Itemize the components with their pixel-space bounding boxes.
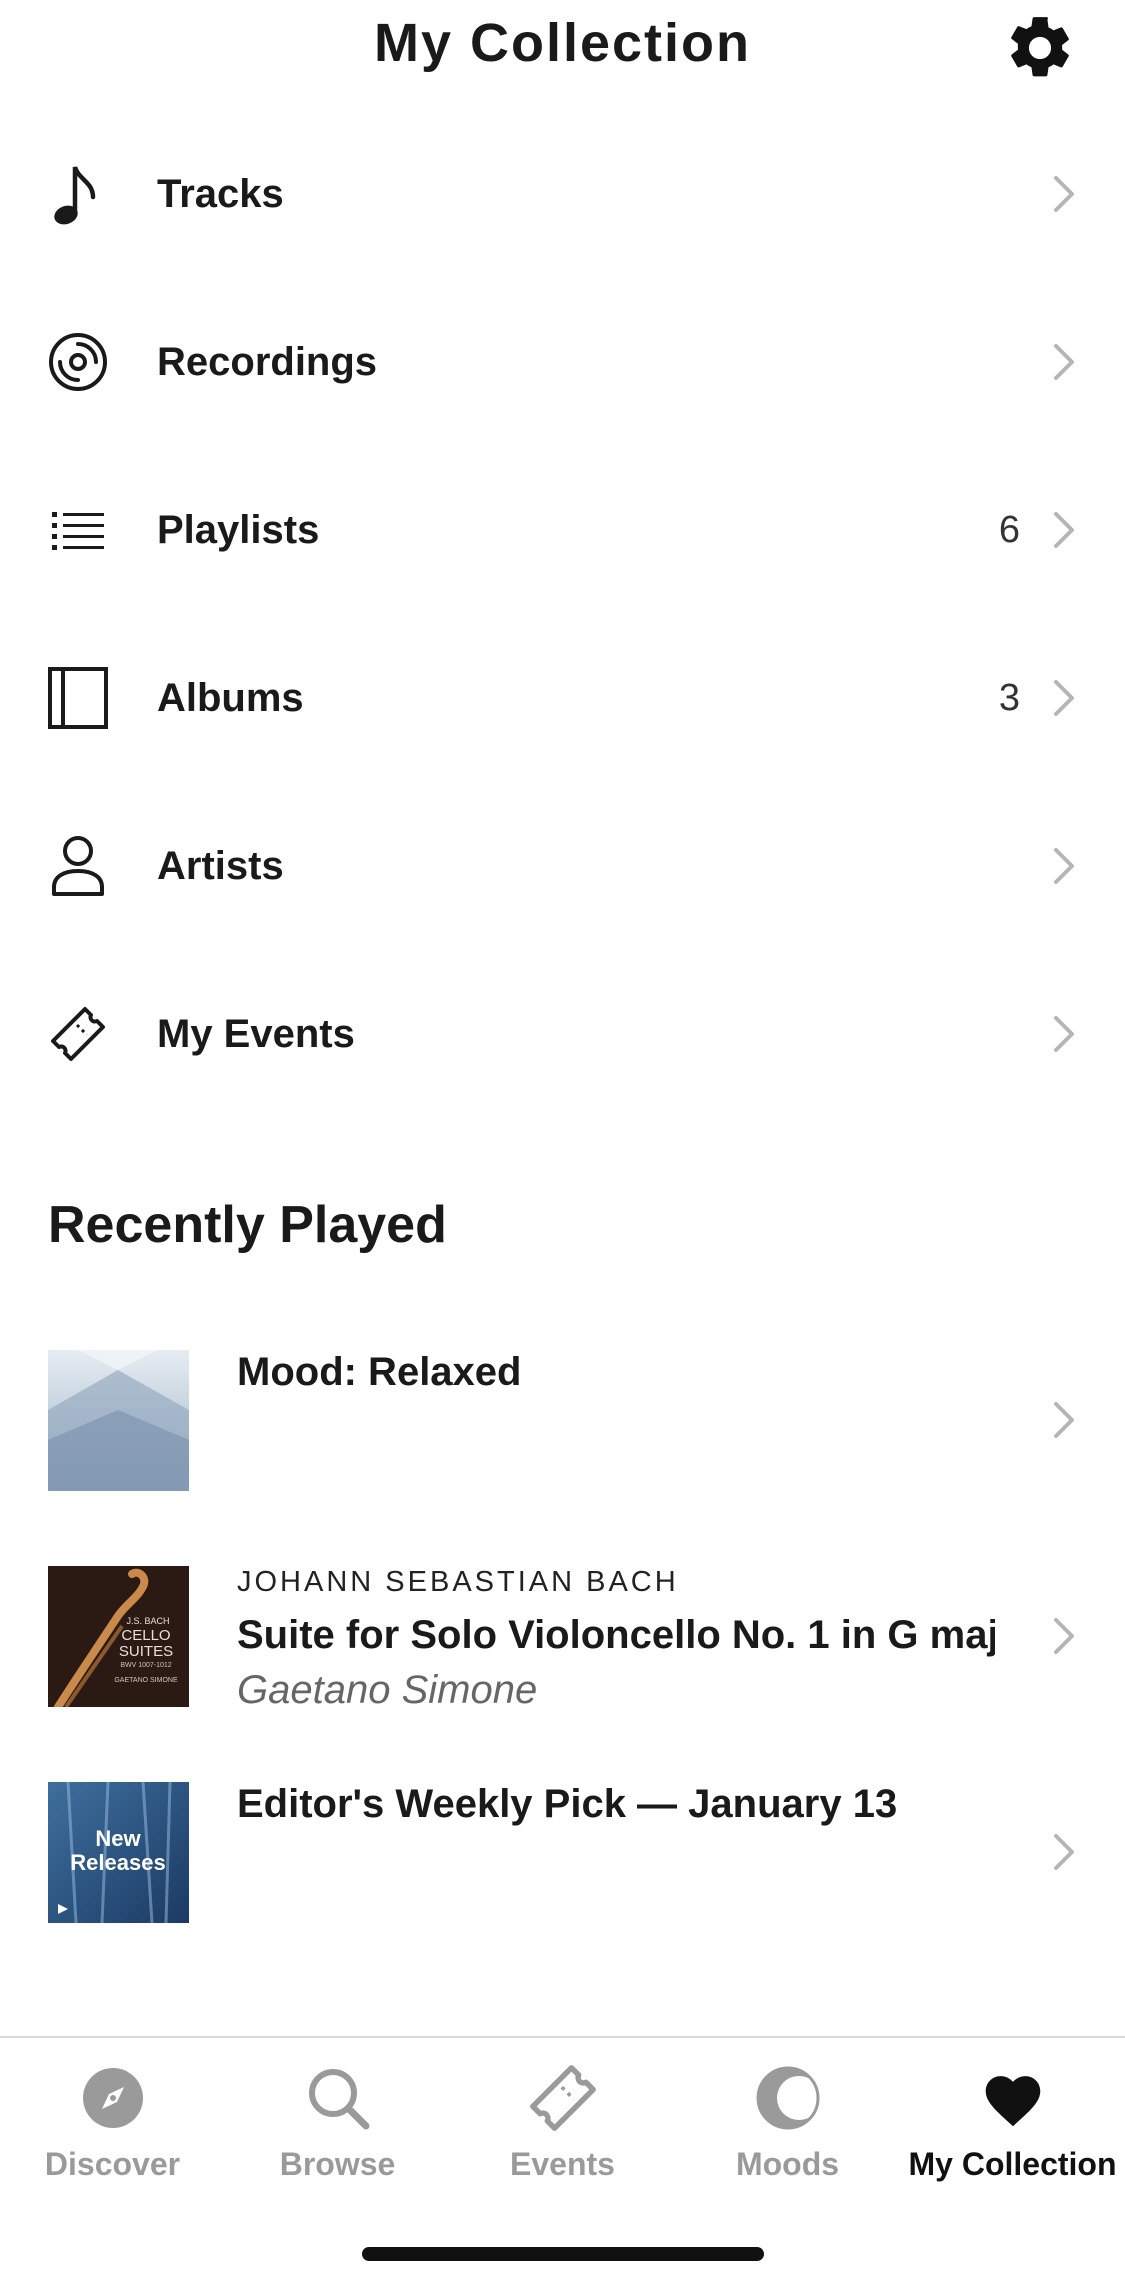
tab-label: Browse: [279, 2146, 396, 2182]
recent-item-mood-relaxed[interactable]: Mood: Relaxed: [0, 1340, 1125, 1556]
recent-item-title: Mood: Relaxed: [237, 1350, 522, 1394]
new-releases-artwork: New Releases: [48, 1782, 189, 1923]
menu-item-albums[interactable]: Albums 3: [0, 614, 1125, 782]
recent-item-composer: JOHANN SEBASTIAN BACH: [237, 1566, 679, 1598]
menu-item-label: Recordings: [157, 339, 378, 384]
home-indicator[interactable]: [362, 2247, 764, 2261]
art-new: New: [95, 1826, 141, 1851]
cello-art-composer: J.S. BACH: [126, 1616, 169, 1626]
chevron-right-icon: [1054, 1618, 1074, 1654]
menu-item-recordings[interactable]: Recordings: [0, 278, 1125, 446]
chevron-right-icon: [1054, 176, 1074, 212]
cello-suites-artwork: J.S. BACH CELLO SUITES BWV 1007-1012 GAE…: [48, 1566, 189, 1707]
tab-browse[interactable]: Browse: [225, 2058, 450, 2198]
tab-moods[interactable]: Moods: [675, 2058, 900, 2198]
menu-item-label: Albums: [157, 675, 304, 720]
tab-label: Events: [510, 2146, 615, 2182]
cello-art-suites: SUITES: [119, 1643, 173, 1660]
chevron-right-icon: [1054, 1016, 1074, 1052]
chevron-right-icon: [1054, 1402, 1074, 1438]
recent-item-title: Editor's Weekly Pick — January 13: [237, 1782, 898, 1826]
collection-menu: Tracks Recordings Playlists 6 Albums 3 A…: [0, 110, 1125, 1118]
chevron-right-icon: [1054, 680, 1074, 716]
tab-discover[interactable]: Discover: [0, 2058, 225, 2198]
tab-label: Discover: [44, 2146, 181, 2182]
compass-icon: [82, 2068, 143, 2128]
album-icon: [45, 665, 111, 731]
cello-art-cello: CELLO: [121, 1627, 170, 1644]
cello-art-bwv: BWV 1007-1012: [120, 1662, 171, 1669]
ticket-icon: [45, 1001, 111, 1067]
chevron-right-icon: [1054, 512, 1074, 548]
menu-item-label: Tracks: [157, 171, 284, 216]
music-note-icon: [45, 161, 111, 227]
recently-played-list: Mood: Relaxed J.S. BACH CELLO SUITES BWV…: [0, 1340, 1125, 1988]
cello-art-performer: GAETANO SIMONE: [114, 1677, 178, 1684]
menu-item-tracks[interactable]: Tracks: [0, 110, 1125, 278]
menu-item-my-events[interactable]: My Events: [0, 950, 1125, 1118]
disc-icon: [45, 329, 111, 395]
menu-item-label: Artists: [157, 843, 284, 888]
search-icon: [308, 2069, 369, 2130]
chevron-right-icon: [1054, 1834, 1074, 1870]
moon-icon: [756, 2066, 821, 2130]
menu-item-label: Playlists: [157, 507, 320, 552]
tab-events[interactable]: Events: [450, 2058, 675, 2198]
menu-item-count: 6: [998, 508, 1020, 551]
person-icon: [45, 833, 111, 899]
menu-item-playlists[interactable]: Playlists 6: [0, 446, 1125, 614]
header: My Collection: [0, 0, 1125, 95]
recent-item-editors-pick[interactable]: New Releases Editor's Weekly Pick — Janu…: [0, 1772, 1125, 1988]
tab-label: Moods: [735, 2146, 840, 2182]
gear-icon: [1011, 17, 1069, 77]
art-releases: Releases: [70, 1850, 165, 1875]
page-title: My Collection: [373, 13, 752, 73]
menu-item-count: 3: [998, 676, 1020, 719]
recently-played-heading: Recently Played: [48, 1196, 447, 1254]
menu-item-label: My Events: [157, 1011, 355, 1056]
tab-my-collection[interactable]: My Collection: [900, 2058, 1125, 2198]
ticket-icon: [529, 2065, 596, 2131]
chevron-right-icon: [1054, 848, 1074, 884]
recent-item-title: Suite for Solo Violoncello No. 1 in G ma…: [237, 1613, 995, 1657]
tab-label: My Collection: [908, 2146, 1117, 2182]
menu-item-artists[interactable]: Artists: [0, 782, 1125, 950]
list-icon: [45, 497, 111, 563]
chevron-right-icon: [1054, 344, 1074, 380]
recent-item-performer: Gaetano Simone: [237, 1668, 538, 1712]
recent-item-cello-suite[interactable]: J.S. BACH CELLO SUITES BWV 1007-1012 GAE…: [0, 1556, 1125, 1772]
heart-icon: [985, 2076, 1040, 2127]
mood-relaxed-artwork: [48, 1350, 189, 1491]
settings-button[interactable]: [1000, 8, 1080, 88]
